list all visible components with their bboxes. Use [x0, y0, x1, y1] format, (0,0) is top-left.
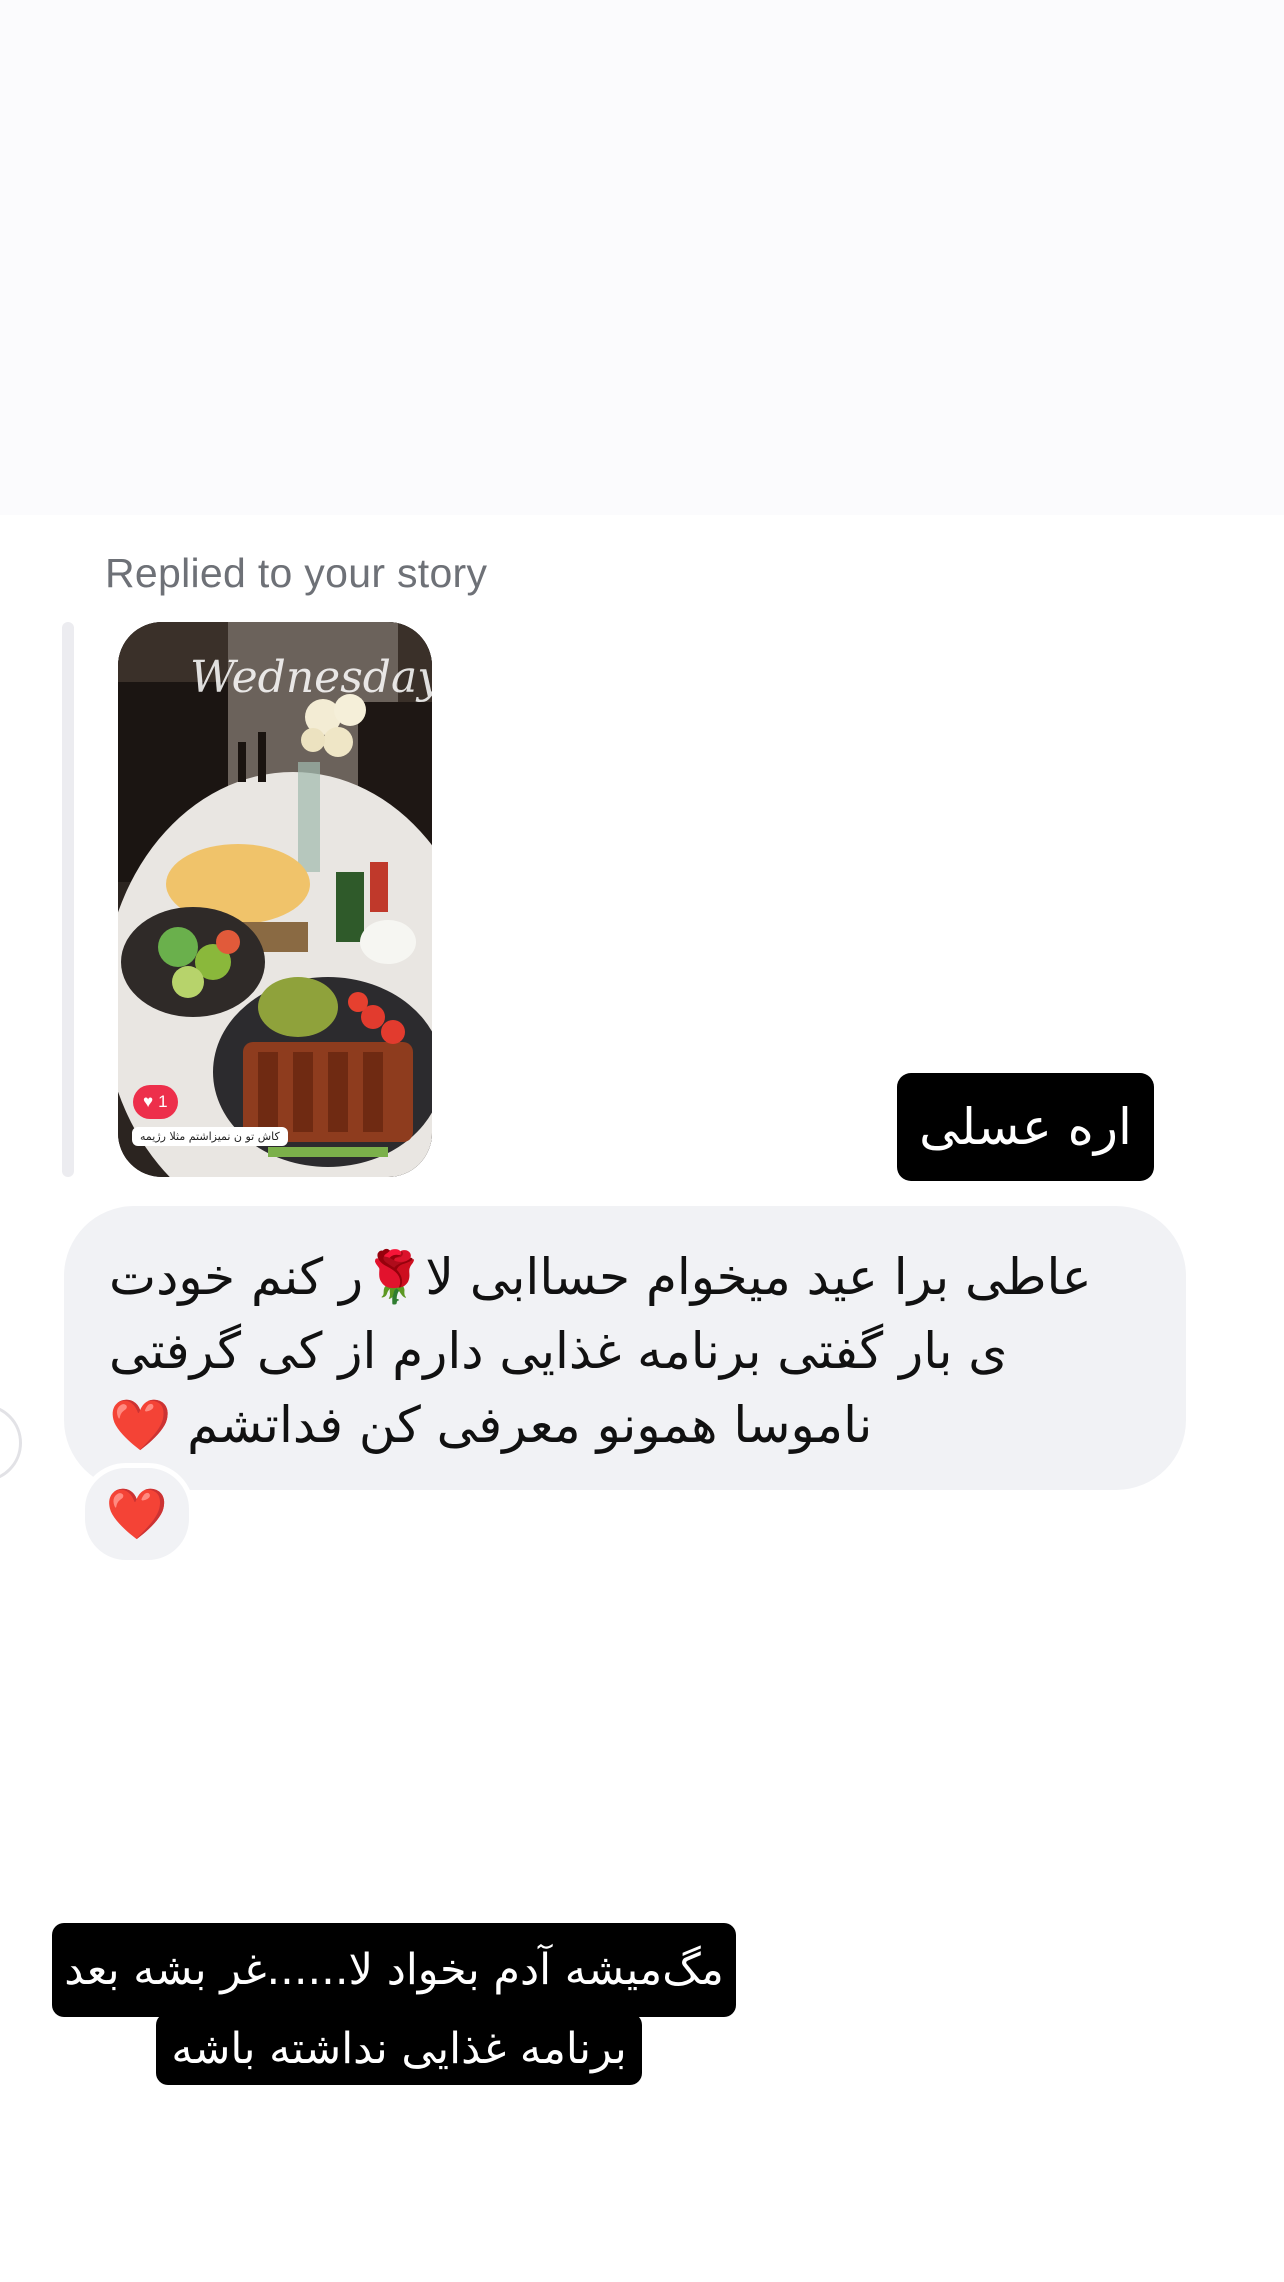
received-message-bubble[interactable]: عاطی برا عید میخوام حساابی لا🌹ر کنم خودت…	[64, 1206, 1186, 1490]
story-overlay-text: Wednesday	[190, 652, 432, 703]
message-line-3: ناموسا همونو معرفی کن فداتشم ❤️	[109, 1396, 873, 1454]
message-line-2: ی بار گفتی برنامه غذایی دارم از کی گرفتی	[109, 1322, 1008, 1380]
top-blank-area	[0, 0, 1284, 515]
story-caption: کاش تو ن نمیزاشتم مثلا رژیمه	[132, 1127, 288, 1146]
heart-icon: ♥	[143, 1092, 154, 1111]
message-line-1: عاطی برا عید میخوام حساابی لا🌹ر کنم خودت	[109, 1248, 1092, 1306]
story-like-count: 1	[158, 1092, 168, 1111]
heart-reaction-icon: ❤️	[105, 1484, 169, 1543]
reply-indicator-bar	[62, 622, 74, 1177]
replied-to-story-label: Replied to your story	[105, 550, 488, 596]
story-thumbnail[interactable]: Wednesday ♥ 1 کاش تو ن نمیزاشتم مثلا رژی…	[118, 622, 432, 1177]
overlay-caption-line-1: مگ‌میشه آدم بخواد لا......غر بشه بعد	[52, 1923, 736, 2017]
overlay-caption-line-2: برنامه غذایی نداشته باشه	[156, 2013, 642, 2085]
story-like-badge: ♥ 1	[133, 1085, 178, 1119]
message-reaction[interactable]: ❤️	[80, 1463, 194, 1565]
sent-message-bubble[interactable]: اره عسلی	[897, 1073, 1154, 1181]
